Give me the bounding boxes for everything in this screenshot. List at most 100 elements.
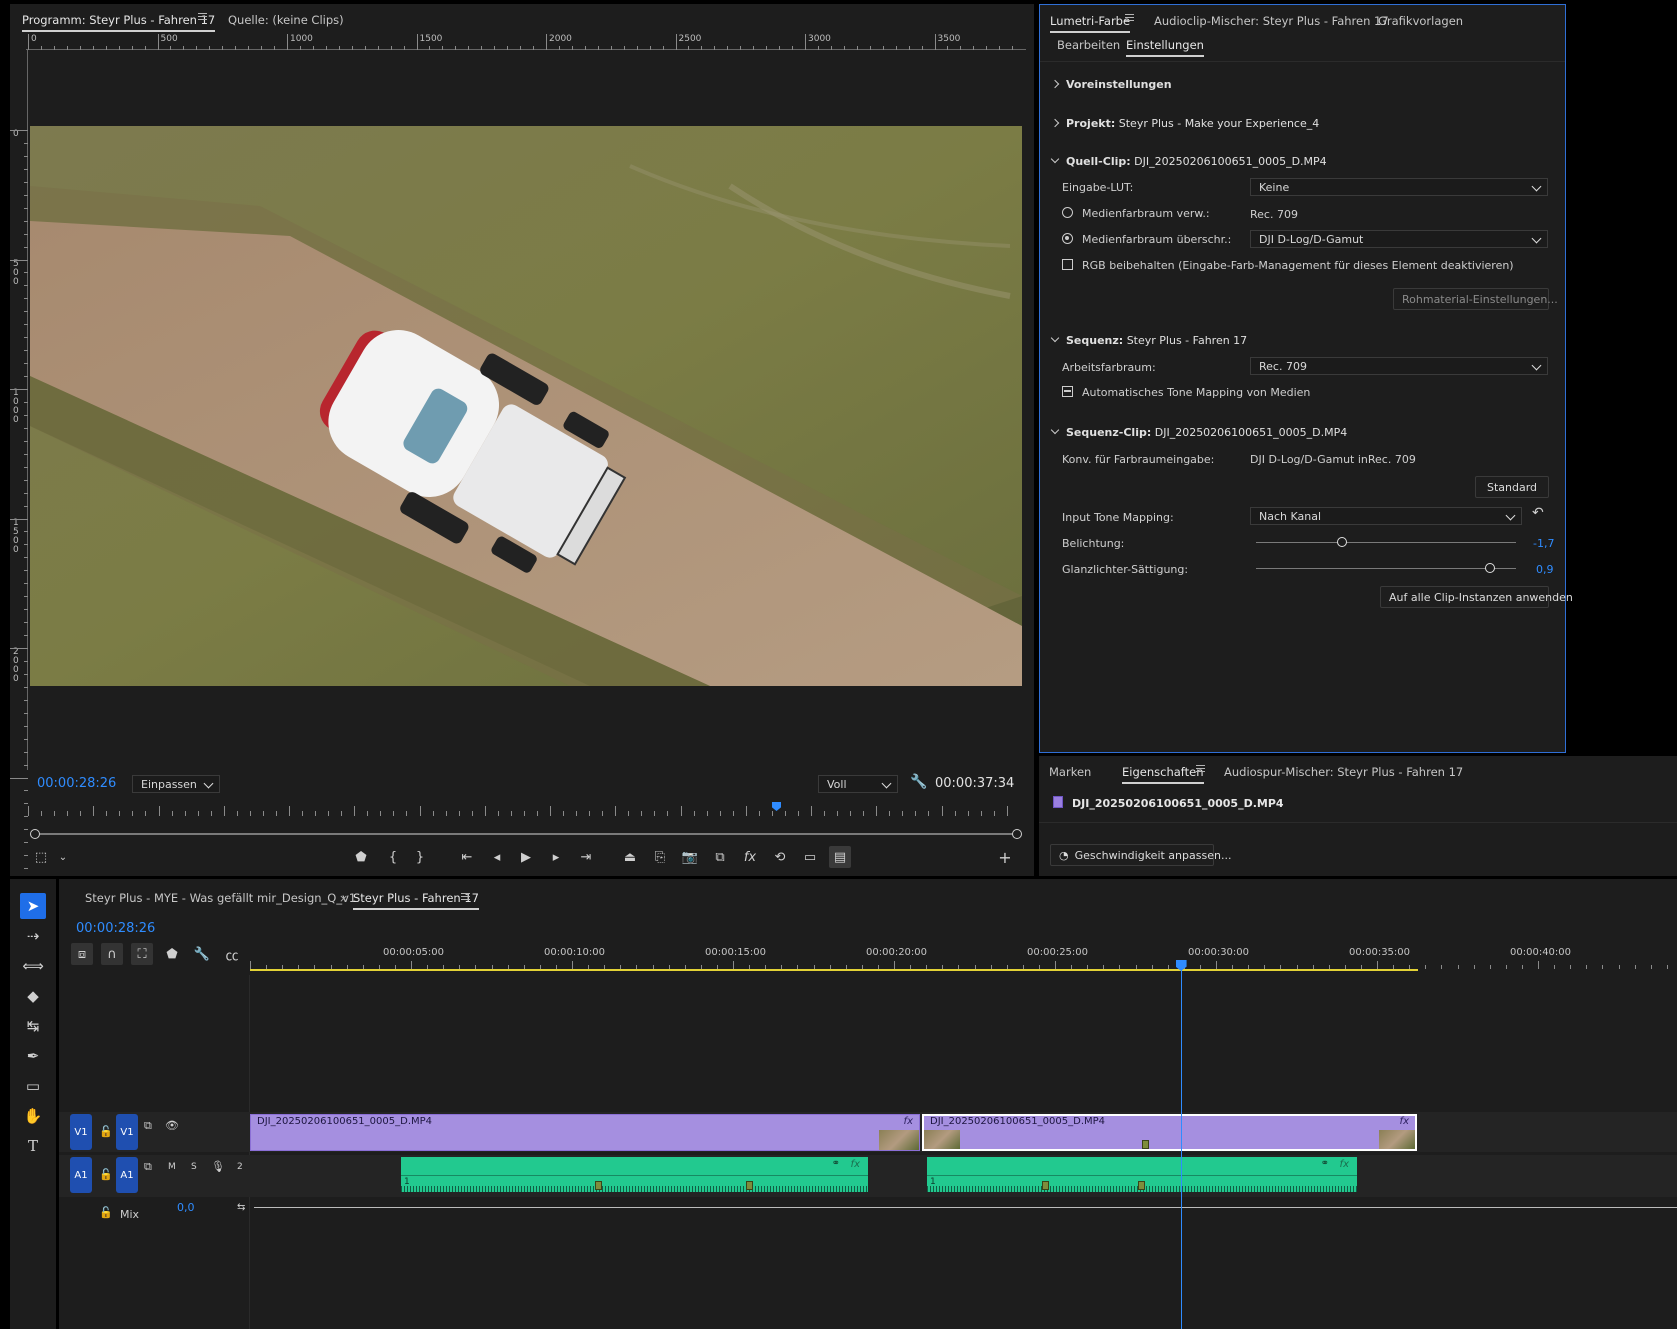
add-marker-icon[interactable]: ⬟ bbox=[350, 846, 372, 868]
lift-icon[interactable]: ⏏ bbox=[619, 846, 641, 868]
ripple-edit-tool-icon[interactable]: ⟺ bbox=[20, 953, 46, 979]
auto-tone-mapping-checkbox[interactable] bbox=[1062, 386, 1073, 397]
work-area-bar[interactable] bbox=[250, 969, 1418, 971]
go-to-out-icon[interactable]: ⇥ bbox=[575, 846, 597, 868]
solo-button[interactable]: S bbox=[191, 1162, 197, 1172]
linked-selection-icon[interactable]: ⛶ bbox=[131, 943, 153, 965]
reset-icon[interactable]: ↶ bbox=[1532, 505, 1544, 521]
zoom-scrollbar-right-handle[interactable] bbox=[1012, 829, 1022, 839]
belichtung-value[interactable]: -1,7 bbox=[1533, 537, 1554, 550]
clip-marker[interactable] bbox=[1138, 1181, 1145, 1190]
type-tool-icon[interactable]: T bbox=[20, 1133, 46, 1159]
mix-value[interactable]: 0,0 bbox=[177, 1201, 195, 1214]
chevron-down-icon[interactable]: ⌄ bbox=[52, 846, 74, 868]
nest-icon[interactable]: ⧈ bbox=[71, 943, 93, 965]
extract-icon[interactable]: ⎘ bbox=[649, 846, 671, 868]
pen-tool-icon[interactable]: ✒ bbox=[20, 1043, 46, 1069]
zoom-scrollbar-left-handle[interactable] bbox=[30, 829, 40, 839]
belichtung-slider-track[interactable] bbox=[1256, 542, 1516, 543]
fx-badge[interactable]: fx bbox=[1400, 1116, 1409, 1127]
tab-program[interactable]: Programm: Steyr Plus - Fahren 17 bbox=[22, 13, 216, 32]
slip-tool-icon[interactable]: ↹ bbox=[20, 1013, 46, 1039]
toggle-proxies-icon[interactable]: ⟲ bbox=[769, 846, 791, 868]
eye-icon[interactable]: 👁 bbox=[165, 1119, 179, 1132]
section-voreinstellungen[interactable]: Voreinstellungen bbox=[1050, 78, 1172, 91]
hand-tool-icon[interactable]: ✋ bbox=[20, 1103, 46, 1129]
mark-in-icon[interactable]: { bbox=[382, 846, 404, 868]
input-tone-mapping-select[interactable]: Nach Kanal bbox=[1250, 507, 1522, 525]
section-projekt[interactable]: Projekt: Steyr Plus - Make your Experien… bbox=[1050, 117, 1319, 130]
section-quell-clip[interactable]: Quell-Clip: DJI_20250206100651_0005_D.MP… bbox=[1050, 154, 1327, 168]
keyframe-icon[interactable]: ⚭ bbox=[1321, 1158, 1329, 1169]
speed-adjust-button[interactable]: ◔ Geschwindigkeit anpassen... bbox=[1050, 844, 1231, 866]
mute-button[interactable]: M bbox=[168, 1162, 176, 1172]
multicam-icon[interactable]: ▤ bbox=[829, 846, 851, 868]
wrench-icon[interactable]: 🔧 bbox=[910, 774, 927, 790]
video-clip[interactable]: DJI_20250206100651_0005_D.MP4 fx bbox=[922, 1114, 1417, 1151]
lock-icon[interactable]: 🔓 bbox=[99, 1125, 113, 1138]
tab-audiospur-mischer[interactable]: Audiospur-Mischer: Steyr Plus - Fahren 1… bbox=[1224, 765, 1463, 779]
add-button-icon[interactable]: + bbox=[994, 846, 1016, 868]
keyframe-icon[interactable]: ⚭ bbox=[832, 1158, 840, 1169]
tab-sequence-mye[interactable]: Steyr Plus - MYE - Was gefällt mir_Desig… bbox=[85, 891, 356, 905]
quality-select[interactable]: Voll bbox=[818, 775, 898, 793]
add-marker-icon[interactable]: ⬟ bbox=[161, 943, 183, 965]
fx-badge[interactable]: fx bbox=[851, 1159, 860, 1170]
tab-source[interactable]: Quelle: (keine Clips) bbox=[228, 13, 344, 27]
audio-clip[interactable]: fx ⚭ 1 bbox=[401, 1157, 868, 1192]
tab-grafikvorlagen[interactable]: Grafikvorlagen bbox=[1378, 14, 1463, 28]
rohmaterial-einstellungen-button[interactable]: Rohmaterial-Einstellungen... bbox=[1393, 288, 1558, 310]
fx-badge[interactable]: fx bbox=[1340, 1159, 1349, 1170]
glanzlichter-saettigung-value[interactable]: 0,9 bbox=[1536, 563, 1554, 576]
microphone-icon[interactable]: 🎙 bbox=[211, 1160, 225, 1173]
menu-icon[interactable] bbox=[198, 13, 207, 22]
safe-margins-icon[interactable]: ⬚ bbox=[30, 846, 52, 868]
menu-icon[interactable] bbox=[1125, 14, 1134, 23]
vr-video-icon[interactable]: ▭ bbox=[799, 846, 821, 868]
glanzlichter-slider-track[interactable] bbox=[1256, 568, 1516, 569]
medienfarbraum-verw-radio[interactable] bbox=[1062, 207, 1073, 218]
eingabe-lut-select[interactable]: Keine bbox=[1250, 178, 1548, 196]
clip-marker[interactable] bbox=[746, 1181, 753, 1190]
medienfarbraum-ueberschr-select[interactable]: DJI D-Log/D-Gamut bbox=[1250, 230, 1548, 248]
mix-link-icon[interactable]: ⇆ bbox=[237, 1202, 245, 1213]
rectangle-tool-icon[interactable]: ▭ bbox=[20, 1073, 46, 1099]
menu-icon[interactable] bbox=[461, 893, 470, 902]
zoom-scrollbar[interactable] bbox=[34, 833, 1018, 835]
clip-marker[interactable] bbox=[595, 1181, 602, 1190]
arbeitsfarbraum-select[interactable]: Rec. 709 bbox=[1250, 357, 1548, 375]
track-select-tool-icon[interactable]: ⇢ bbox=[20, 923, 46, 949]
section-sequenz[interactable]: Sequenz: Steyr Plus - Fahren 17 bbox=[1050, 333, 1247, 347]
audio-clip[interactable]: fx ⚭ 1 bbox=[927, 1157, 1357, 1192]
medienfarbraum-ueberschr-radio[interactable] bbox=[1062, 233, 1073, 244]
timeline-ruler[interactable]: 00:00:05:00 00:00:10:00 00:00:15:00 00:00:2… bbox=[250, 939, 1677, 969]
razor-tool-icon[interactable]: ◆ bbox=[20, 983, 46, 1009]
play-icon[interactable]: ▶ bbox=[515, 846, 537, 868]
clip-marker[interactable] bbox=[1042, 1181, 1049, 1190]
step-back-icon[interactable]: ◂ bbox=[486, 846, 508, 868]
tab-eigenschaften[interactable]: Eigenschaften bbox=[1122, 765, 1204, 784]
mix-volume-line[interactable] bbox=[254, 1207, 1677, 1208]
comparison-view-icon[interactable]: ⧉ bbox=[709, 846, 731, 868]
timeline-timecode[interactable]: 00:00:28:26 bbox=[76, 921, 155, 936]
timeline-playhead[interactable] bbox=[1175, 960, 1187, 1329]
apply-all-clip-instances-button[interactable]: Auf alle Clip-Instanzen anwenden bbox=[1380, 586, 1573, 608]
rgb-beibehalten-checkbox[interactable] bbox=[1062, 259, 1073, 270]
wrench-icon[interactable]: 🔧 bbox=[191, 943, 213, 965]
sync-lock-icon[interactable]: ⧉ bbox=[144, 1119, 152, 1133]
subtab-bearbeiten[interactable]: Bearbeiten bbox=[1057, 38, 1120, 52]
a1-source-patch[interactable]: A1 bbox=[70, 1157, 92, 1193]
program-timecode-current[interactable]: 00:00:28:26 bbox=[37, 776, 116, 791]
menu-icon[interactable] bbox=[1196, 765, 1205, 774]
fx-icon[interactable]: fx bbox=[739, 846, 761, 868]
captions-icon[interactable]: ㏄ bbox=[221, 943, 243, 965]
tab-lumetri[interactable]: Lumetri-Farbe bbox=[1050, 14, 1131, 33]
v1-source-patch[interactable]: V1 bbox=[70, 1114, 92, 1150]
go-to-in-icon[interactable]: ⇤ bbox=[456, 846, 478, 868]
snap-magnet-icon[interactable]: ∩ bbox=[101, 943, 123, 965]
lock-icon[interactable]: 🔓 bbox=[99, 1206, 113, 1219]
glanzlichter-slider-knob[interactable] bbox=[1485, 563, 1495, 573]
close-icon[interactable]: × bbox=[339, 892, 348, 905]
subtab-einstellungen[interactable]: Einstellungen bbox=[1126, 38, 1204, 57]
a1-target-track[interactable]: A1 bbox=[116, 1157, 138, 1193]
